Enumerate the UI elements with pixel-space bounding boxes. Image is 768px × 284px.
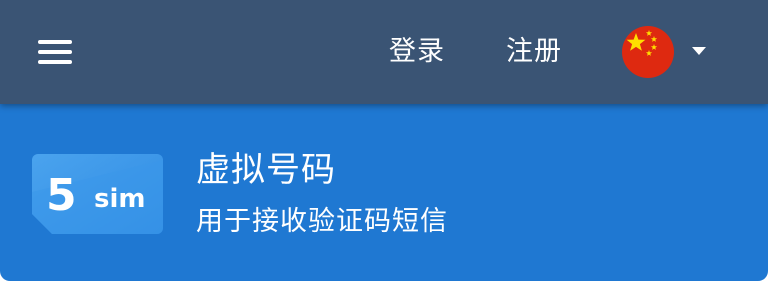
5sim-logo: 5 sim xyxy=(32,154,163,234)
china-flag-icon xyxy=(622,26,674,78)
hero-subtitle: 用于接收验证码短信 xyxy=(196,206,448,237)
caret-down-icon xyxy=(692,47,706,55)
register-link[interactable]: 注册 xyxy=(506,32,562,72)
hero-banner: 5 sim 虚拟号码 用于接收验证码短信 xyxy=(0,104,768,281)
top-navigation-bar: 登录 注册 xyxy=(0,0,768,104)
hamburger-menu-icon[interactable] xyxy=(36,36,76,68)
language-selector[interactable] xyxy=(622,26,712,78)
menu-line xyxy=(38,60,72,64)
login-link[interactable]: 登录 xyxy=(389,32,445,72)
hero-title: 虚拟号码 xyxy=(196,150,336,190)
logo-text: sim xyxy=(94,184,145,214)
menu-line xyxy=(38,50,72,54)
logo-number: 5 xyxy=(46,170,77,221)
menu-line xyxy=(38,40,72,44)
